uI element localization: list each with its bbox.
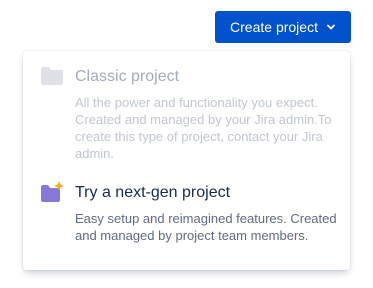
- classic-project-description: All the power and functionality you expe…: [75, 95, 332, 161]
- next-gen-project-description: Easy setup and reimagined features. Crea…: [75, 211, 337, 243]
- next-gen-project-title: Try a next-gen project: [75, 184, 231, 201]
- sparkle-folder-icon: [39, 181, 65, 203]
- page-root: Create project Classic project All the p…: [0, 0, 373, 288]
- chevron-down-icon: [326, 22, 336, 32]
- folder-icon: [39, 65, 65, 87]
- menu-item-next-gen-project[interactable]: Try a next-gen project Easy setup and re…: [23, 179, 350, 261]
- project-type-menu: Classic project All the power and functi…: [23, 51, 350, 270]
- create-project-button[interactable]: Create project: [215, 11, 351, 43]
- classic-project-title: Classic project: [75, 68, 180, 85]
- menu-item-classic-project: Classic project All the power and functi…: [23, 63, 350, 163]
- create-project-label: Create project: [230, 19, 318, 35]
